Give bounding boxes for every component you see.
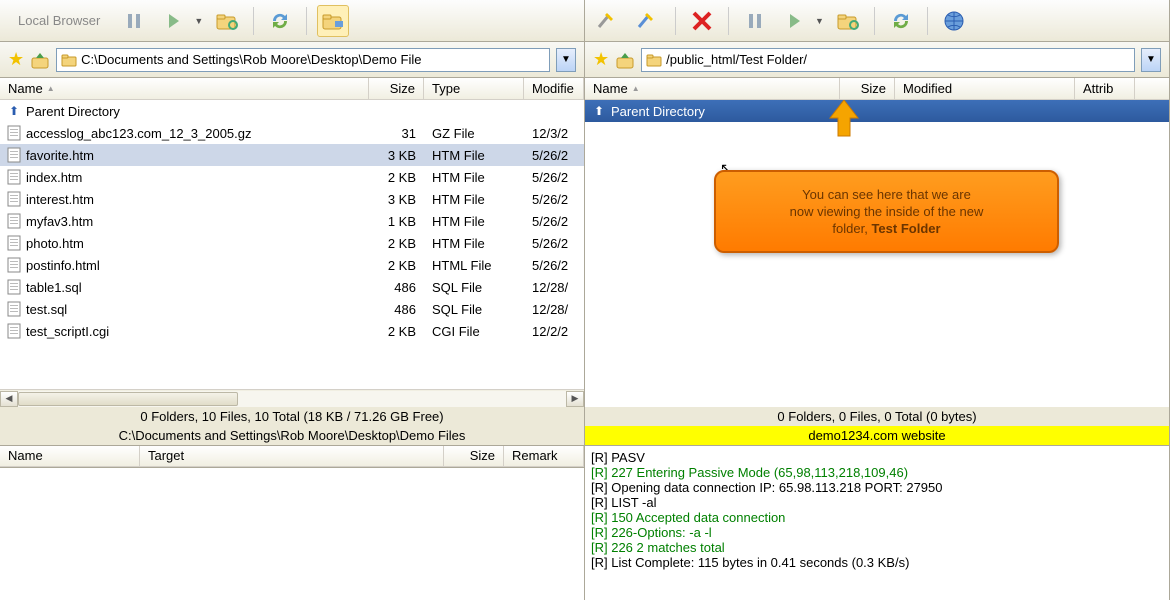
file-icon [6, 301, 22, 317]
file-icon [6, 323, 22, 339]
log-line: [R] PASV [591, 450, 1163, 465]
file-row[interactable]: test.sql486SQL File12/28/ [0, 298, 584, 320]
col-size[interactable]: Size [840, 78, 895, 99]
play-dropdown[interactable]: ▼ [194, 16, 203, 26]
address-dropdown[interactable]: ▼ [1141, 48, 1161, 72]
callout-arrow-icon [828, 100, 860, 140]
play-icon[interactable] [158, 5, 190, 37]
remote-address-input[interactable]: /public_html/Test Folder/ [641, 48, 1135, 72]
local-path-text: C:\Documents and Settings\Rob Moore\Desk… [81, 52, 421, 67]
file-icon [6, 147, 22, 163]
col-name[interactable]: Name▲ [0, 78, 369, 99]
local-pane: Local Browser ▼ ★ C:\Documents and Setti… [0, 0, 585, 600]
col-attrib[interactable]: Attrib [1075, 78, 1135, 99]
favorites-icon[interactable]: ★ [8, 49, 24, 70]
refresh-icon[interactable] [264, 5, 296, 37]
folder-icon [646, 53, 662, 67]
remote-status-site: demo1234.com website [585, 426, 1169, 445]
file-row[interactable]: photo.htm2 KBHTM File5/26/2 [0, 232, 584, 254]
queue-header: Name Target Size Remark [0, 445, 584, 467]
queue-col-target[interactable]: Target [140, 446, 444, 466]
favorites-icon[interactable]: ★ [593, 49, 609, 70]
col-name[interactable]: Name▲ [585, 78, 840, 99]
address-dropdown[interactable]: ▼ [556, 48, 576, 72]
queue-col-name[interactable]: Name [0, 446, 140, 466]
parent-directory-row[interactable]: ⬆Parent Directory [0, 100, 584, 122]
file-row[interactable]: index.htm2 KBHTM File5/26/2 [0, 166, 584, 188]
pause-icon[interactable] [739, 5, 771, 37]
log-line: [R] 227 Entering Passive Mode (65,98,113… [591, 465, 1163, 480]
local-browser-label: Local Browser [8, 13, 110, 28]
local-toolbar: Local Browser ▼ [0, 0, 584, 42]
file-row[interactable]: postinfo.html2 KBHTML File5/26/2 [0, 254, 584, 276]
queue-col-remark[interactable]: Remark [504, 446, 584, 466]
log-line: [R] 226 2 matches total [591, 540, 1163, 555]
log-line: [R] List Complete: 115 bytes in 0.41 sec… [591, 555, 1163, 570]
folder-view-icon[interactable] [317, 5, 349, 37]
refresh-icon[interactable] [885, 5, 917, 37]
file-icon [6, 169, 22, 185]
local-status-path: C:\Documents and Settings\Rob Moore\Desk… [0, 426, 584, 445]
col-modified[interactable]: Modifie [524, 78, 584, 99]
remote-addressbar: ★ /public_html/Test Folder/ ▼ [585, 42, 1169, 78]
remote-file-list[interactable]: ⬆Parent Directory [585, 100, 1169, 407]
folder-up-icon[interactable] [615, 51, 635, 69]
remote-file-header: Name▲ Size Modified Attrib [585, 78, 1169, 100]
file-icon [6, 257, 22, 273]
ftp-log: [R] PASV[R] 227 Entering Passive Mode (6… [585, 445, 1169, 600]
file-icon [6, 235, 22, 251]
file-row[interactable]: accesslog_abc123.com_12_3_2005.gz31GZ Fi… [0, 122, 584, 144]
queue-area [0, 467, 584, 600]
pause-icon[interactable] [118, 5, 150, 37]
connect-icon[interactable] [593, 5, 625, 37]
file-icon [6, 279, 22, 295]
folder-search-icon[interactable] [211, 5, 243, 37]
file-row[interactable]: test_scriptI.cgi2 KBCGI File12/2/2 [0, 320, 584, 342]
globe-icon[interactable] [938, 5, 970, 37]
file-row[interactable]: favorite.htm3 KBHTM File5/26/2 [0, 144, 584, 166]
up-arrow-icon: ⬆ [6, 103, 22, 119]
remote-pane: ▼ ★ /public_html/Test Folder/ ▼ Name▲ Si… [585, 0, 1170, 600]
file-row[interactable]: myfav3.htm1 KBHTM File5/26/2 [0, 210, 584, 232]
horizontal-scrollbar[interactable]: ◀ ▶ [0, 389, 584, 407]
remote-status-files: 0 Folders, 0 Files, 0 Total (0 bytes) [585, 407, 1169, 426]
tutorial-tooltip: You can see here that we are now viewing… [714, 170, 1059, 253]
log-line: [R] 226-Options: -a -l [591, 525, 1163, 540]
play-icon[interactable] [779, 5, 811, 37]
file-row[interactable]: interest.htm3 KBHTM File5/26/2 [0, 188, 584, 210]
quickconnect-icon[interactable] [633, 5, 665, 37]
file-row[interactable]: table1.sql486SQL File12/28/ [0, 276, 584, 298]
remote-toolbar: ▼ [585, 0, 1169, 42]
file-icon [6, 191, 22, 207]
log-line: [R] LIST -al [591, 495, 1163, 510]
up-arrow-icon: ⬆ [591, 103, 607, 119]
local-status: 0 Folders, 10 Files, 10 Total (18 KB / 7… [0, 407, 584, 445]
remote-status: 0 Folders, 0 Files, 0 Total (0 bytes) de… [585, 407, 1169, 445]
local-file-list[interactable]: ⬆Parent Directory accesslog_abc123.com_1… [0, 100, 584, 389]
local-addressbar: ★ C:\Documents and Settings\Rob Moore\De… [0, 42, 584, 78]
folder-search-icon[interactable] [832, 5, 864, 37]
local-status-files: 0 Folders, 10 Files, 10 Total (18 KB / 7… [0, 407, 584, 426]
folder-icon [61, 53, 77, 67]
col-size[interactable]: Size [369, 78, 424, 99]
scroll-right-icon[interactable]: ▶ [566, 391, 584, 407]
scroll-left-icon[interactable]: ◀ [0, 391, 18, 407]
col-type[interactable]: Type [424, 78, 524, 99]
parent-directory-row[interactable]: ⬆Parent Directory [585, 100, 1169, 122]
local-address-input[interactable]: C:\Documents and Settings\Rob Moore\Desk… [56, 48, 550, 72]
file-icon [6, 125, 22, 141]
disconnect-icon[interactable] [686, 5, 718, 37]
remote-path-text: /public_html/Test Folder/ [666, 52, 807, 67]
col-modified[interactable]: Modified [895, 78, 1075, 99]
folder-up-icon[interactable] [30, 51, 50, 69]
queue-col-size[interactable]: Size [444, 446, 504, 466]
scroll-thumb[interactable] [18, 392, 238, 406]
local-file-header: Name▲ Size Type Modifie [0, 78, 584, 100]
log-line: [R] Opening data connection IP: 65.98.11… [591, 480, 1163, 495]
log-line: [R] 150 Accepted data connection [591, 510, 1163, 525]
file-icon [6, 213, 22, 229]
play-dropdown[interactable]: ▼ [815, 16, 824, 26]
